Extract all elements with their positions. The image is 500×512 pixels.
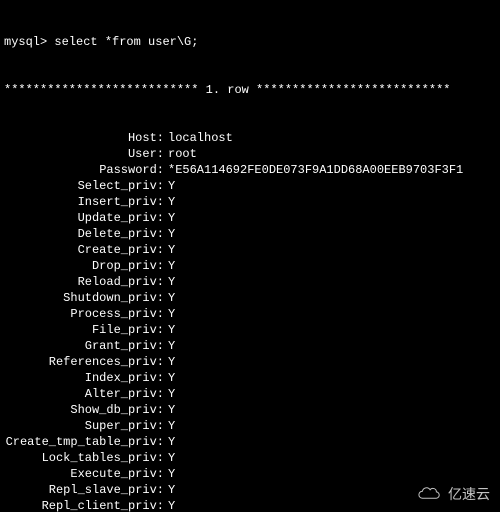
field-key: Create_priv:	[4, 242, 168, 258]
field-value: Y	[168, 226, 175, 242]
field-key: Index_priv:	[4, 370, 168, 386]
field-value: Y	[168, 274, 175, 290]
mysql-prompt: mysql>	[4, 34, 47, 50]
field-row: References_priv: Y	[4, 354, 496, 370]
field-row: Process_priv: Y	[4, 306, 496, 322]
field-value: Y	[168, 482, 175, 498]
field-key: Execute_priv:	[4, 466, 168, 482]
field-key: File_priv:	[4, 322, 168, 338]
field-key: Password:	[4, 162, 168, 178]
field-value: Y	[168, 178, 175, 194]
field-row: Shutdown_priv: Y	[4, 290, 496, 306]
field-row: Index_priv: Y	[4, 370, 496, 386]
field-value: Y	[168, 498, 175, 512]
field-key: Host:	[4, 130, 168, 146]
field-value: Y	[168, 242, 175, 258]
field-key: Process_priv:	[4, 306, 168, 322]
field-row: Drop_priv: Y	[4, 258, 496, 274]
field-value: Y	[168, 354, 175, 370]
field-key: Select_priv:	[4, 178, 168, 194]
sql-query: select *from user\G;	[54, 34, 198, 50]
field-key: Drop_priv:	[4, 258, 168, 274]
field-value: Y	[168, 450, 175, 466]
field-key: Super_priv:	[4, 418, 168, 434]
field-row: Password: *E56A114692FE0DE073F9A1DD68A00…	[4, 162, 496, 178]
field-key: Reload_priv:	[4, 274, 168, 290]
watermark: 亿速云	[414, 486, 490, 502]
field-value: Y	[168, 322, 175, 338]
field-key: Alter_priv:	[4, 386, 168, 402]
field-value: root	[168, 146, 197, 162]
field-key: Create_tmp_table_priv:	[4, 434, 168, 450]
field-key: User:	[4, 146, 168, 162]
terminal-output[interactable]: mysql> select *from user\G; ************…	[0, 0, 500, 512]
field-value: Y	[168, 258, 175, 274]
field-row: Lock_tables_priv: Y	[4, 450, 496, 466]
field-row: Create_priv: Y	[4, 242, 496, 258]
field-key: Repl_slave_priv:	[4, 482, 168, 498]
field-key: Show_db_priv:	[4, 402, 168, 418]
field-row: Update_priv: Y	[4, 210, 496, 226]
field-value: Y	[168, 306, 175, 322]
field-row: User: root	[4, 146, 496, 162]
field-row: Insert_priv: Y	[4, 194, 496, 210]
cloud-icon	[414, 486, 442, 502]
field-key: Update_priv:	[4, 210, 168, 226]
field-row: Delete_priv: Y	[4, 226, 496, 242]
field-value: Y	[168, 386, 175, 402]
field-row: Super_priv: Y	[4, 418, 496, 434]
field-key: Delete_priv:	[4, 226, 168, 242]
field-row: Show_db_priv: Y	[4, 402, 496, 418]
field-row: Create_tmp_table_priv: Y	[4, 434, 496, 450]
field-row: Select_priv: Y	[4, 178, 496, 194]
field-value: Y	[168, 466, 175, 482]
row-separator: *************************** 1. row *****…	[4, 82, 496, 98]
field-value: Y	[168, 290, 175, 306]
field-key: Insert_priv:	[4, 194, 168, 210]
result-fields: Host: localhostUser: rootPassword: *E56A…	[4, 130, 496, 512]
field-value: Y	[168, 402, 175, 418]
field-row: File_priv: Y	[4, 322, 496, 338]
field-key: Grant_priv:	[4, 338, 168, 354]
field-value: *E56A114692FE0DE073F9A1DD68A00EEB9703F3F…	[168, 162, 463, 178]
field-row: Alter_priv: Y	[4, 386, 496, 402]
field-value: Y	[168, 370, 175, 386]
field-value: localhost	[168, 130, 233, 146]
field-value: Y	[168, 338, 175, 354]
field-value: Y	[168, 194, 175, 210]
watermark-text: 亿速云	[448, 486, 490, 502]
field-key: References_priv:	[4, 354, 168, 370]
field-key: Shutdown_priv:	[4, 290, 168, 306]
field-key: Repl_client_priv:	[4, 498, 168, 512]
field-row: Reload_priv: Y	[4, 274, 496, 290]
field-key: Lock_tables_priv:	[4, 450, 168, 466]
field-row: Execute_priv: Y	[4, 466, 496, 482]
field-row: Host: localhost	[4, 130, 496, 146]
field-value: Y	[168, 210, 175, 226]
field-value: Y	[168, 434, 175, 450]
field-value: Y	[168, 418, 175, 434]
field-row: Grant_priv: Y	[4, 338, 496, 354]
prompt-line: mysql> select *from user\G;	[4, 34, 496, 50]
